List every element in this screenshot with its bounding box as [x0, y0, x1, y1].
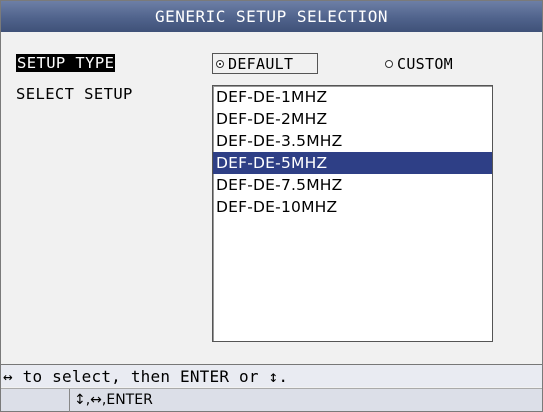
- list-item[interactable]: DEF-DE-10MHZ: [213, 196, 492, 218]
- select-setup-label: SELECT SETUP: [16, 85, 133, 103]
- dialog-window: GENERIC SETUP SELECTION SETUP TYPE DEFAU…: [0, 0, 543, 412]
- setup-type-label[interactable]: SETUP TYPE: [16, 54, 116, 72]
- key-hint: ↕,↔,ENTER: [69, 389, 153, 412]
- hint-bar: ↔ to select, then ENTER or ↕.: [1, 364, 542, 387]
- list-item[interactable]: DEF-DE-2MHZ: [213, 108, 492, 130]
- list-item[interactable]: DEF-DE-7.5MHZ: [213, 174, 492, 196]
- custom-radio-label: CUSTOM: [397, 54, 453, 73]
- window-title: GENERIC SETUP SELECTION: [1, 1, 542, 32]
- list-item[interactable]: DEF-DE-1MHZ: [213, 86, 492, 108]
- key-bar: ↕,↔,ENTER: [1, 388, 542, 412]
- radio-selected-icon: [216, 59, 224, 68]
- setup-listbox[interactable]: DEF-DE-1MHZ DEF-DE-2MHZ DEF-DE-3.5MHZ DE…: [212, 85, 493, 342]
- radio-unselected-icon: [385, 59, 393, 68]
- default-radio-label: DEFAULT: [228, 54, 294, 73]
- list-item[interactable]: DEF-DE-3.5MHZ: [213, 130, 492, 152]
- list-item-selected[interactable]: DEF-DE-5MHZ: [213, 152, 492, 174]
- default-radio[interactable]: DEFAULT: [212, 53, 318, 74]
- custom-radio[interactable]: CUSTOM: [385, 53, 453, 74]
